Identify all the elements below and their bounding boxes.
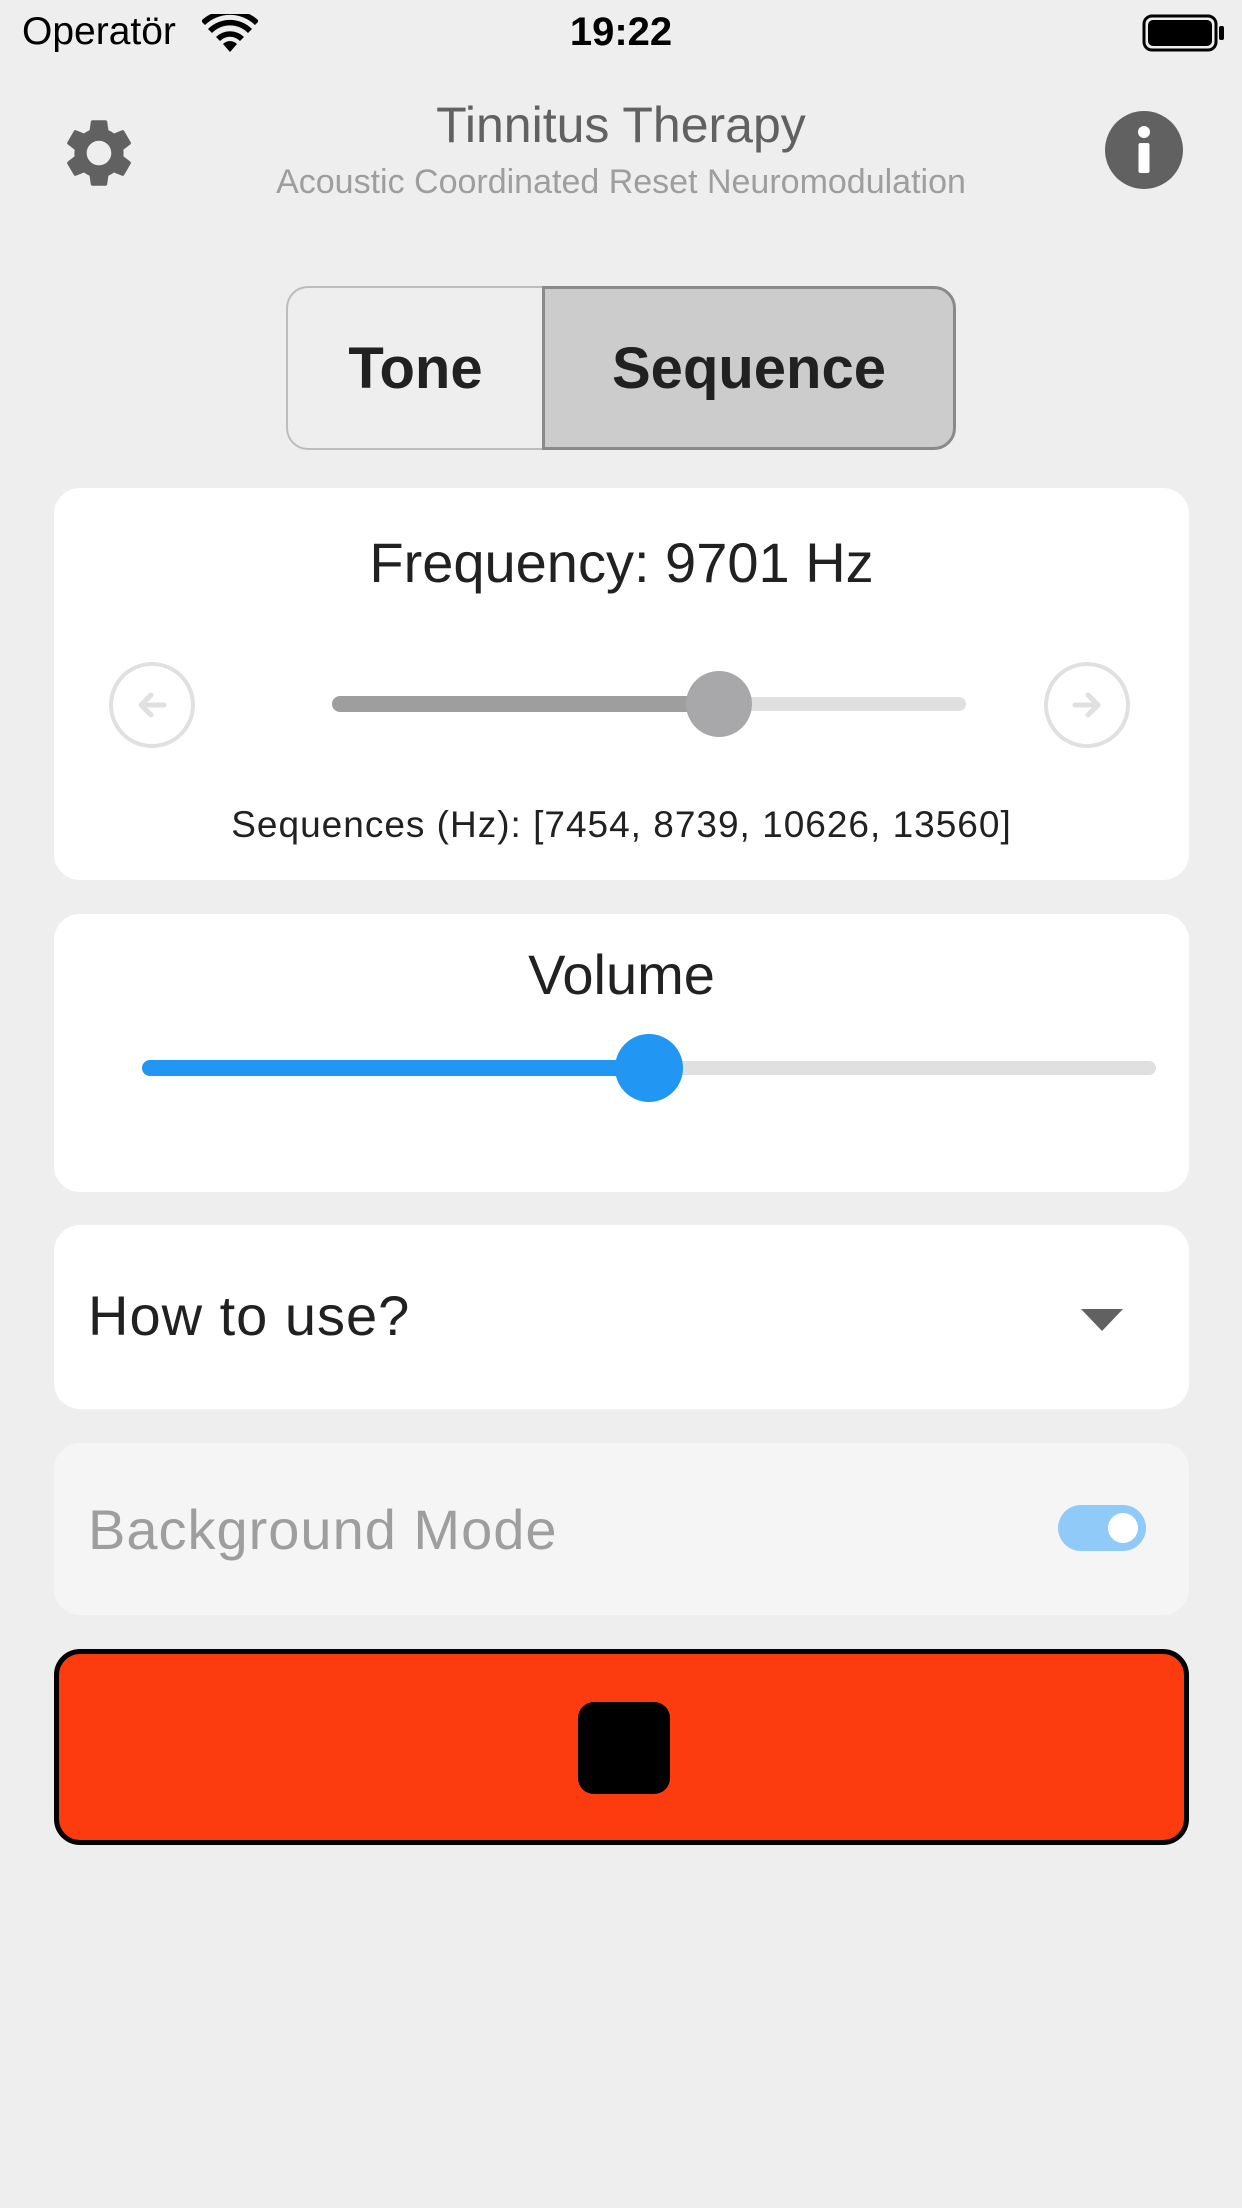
background-mode-card: Background Mode: [54, 1443, 1189, 1615]
frequency-next-button[interactable]: [1044, 662, 1130, 748]
frequency-slider[interactable]: [314, 671, 984, 737]
frequency-card: Frequency: 9701 Hz Sequences (Hz): [7454…: [54, 488, 1189, 880]
how-to-use-label: How to use?: [88, 1284, 411, 1347]
battery-icon: [1142, 14, 1224, 52]
app-subtitle: Acoustic Coordinated Reset Neuromodulati…: [276, 163, 966, 201]
volume-slider-thumb[interactable]: [615, 1034, 683, 1102]
volume-card: Volume: [54, 914, 1189, 1192]
frequency-label: Frequency: 9701 Hz: [369, 531, 874, 594]
tab-sequence[interactable]: Sequence: [542, 286, 956, 450]
volume-slider-fill: [142, 1060, 649, 1076]
stop-button[interactable]: [54, 1649, 1189, 1845]
volume-label: Volume: [528, 943, 715, 1006]
volume-slider[interactable]: [124, 1030, 1174, 1106]
stop-icon: [578, 1702, 670, 1794]
background-mode-toggle[interactable]: [1058, 1505, 1146, 1551]
arrow-right-icon: [1072, 692, 1101, 718]
frequency-prev-button[interactable]: [109, 662, 195, 748]
info-icon[interactable]: [1104, 110, 1184, 190]
frequency-slider-fill: [332, 696, 719, 712]
frequency-slider-thumb[interactable]: [685, 671, 752, 737]
status-bar: Operatör 19:22: [0, 0, 1242, 66]
status-time: 19:22: [569, 10, 673, 54]
arrow-left-icon: [138, 692, 167, 718]
background-mode-label: Background Mode: [88, 1498, 558, 1561]
app-title: Tinnitus Therapy: [436, 97, 806, 153]
how-to-use-expander[interactable]: How to use?: [54, 1225, 1189, 1409]
sequences-label: Sequences (Hz): [7454, 8739, 10626, 1356…: [231, 804, 1012, 845]
toggle-knob: [1108, 1513, 1138, 1543]
tab-tone[interactable]: Tone: [286, 286, 543, 450]
dropdown-arrow-icon: [1081, 1309, 1123, 1331]
